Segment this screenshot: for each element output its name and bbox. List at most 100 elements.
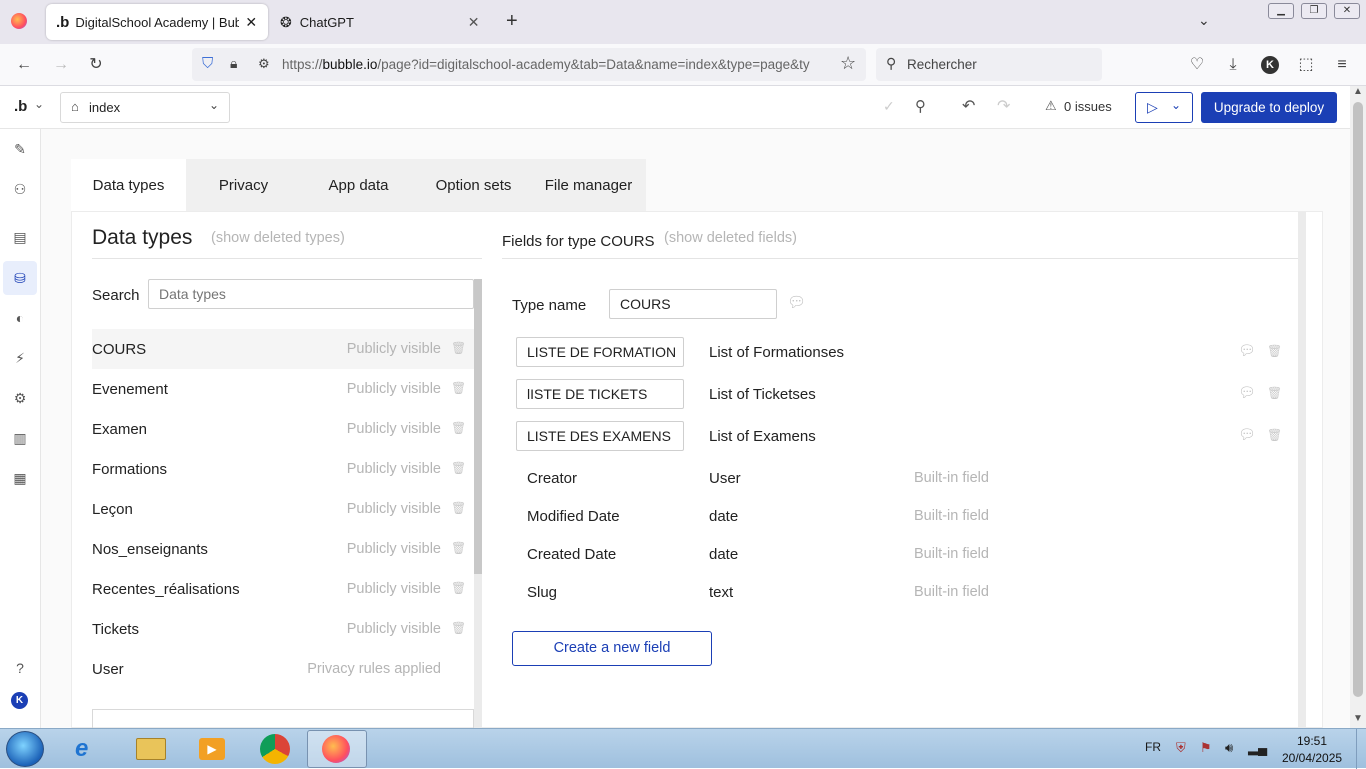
volume-icon[interactable]: 🔊︎ [1225,740,1233,756]
comment-icon[interactable]: 💬︎ [1238,426,1256,443]
page-scrollbar[interactable]: ▲ ▼ [1350,86,1366,728]
issues-count[interactable]: 0 issues [1064,99,1112,114]
back-arrow-icon[interactable]: ← [13,54,35,76]
tray-icon[interactable]: ⛨ [1176,740,1186,756]
trash-icon[interactable]: 🗑︎ [451,461,466,475]
tab-app-data[interactable]: App data [301,159,416,211]
database-icon[interactable]: ⛁ [8,266,32,290]
create-new-field-button[interactable]: Create a new field [512,631,712,666]
search-icon[interactable]: ⚲ [915,97,926,115]
trash-icon[interactable]: 🗑︎ [1267,428,1282,442]
chrome-icon[interactable] [260,734,290,764]
type-name-input[interactable]: COURS [609,289,777,319]
design-pencil-icon[interactable]: ✎ [8,137,32,161]
field-type[interactable]: List of Ticketses [709,386,816,403]
show-desktop-button[interactable] [1356,729,1366,769]
data-type-row[interactable]: Tickets Publicly visible 🗑︎ [92,609,474,649]
chevron-down-icon[interactable]: ⌄ [34,97,44,111]
tab-digitalschool[interactable]: .b DigitalSchool Academy | Bubble ✕ [46,4,268,40]
data-type-row[interactable]: Leçon Publicly visible 🗑︎ [92,489,474,529]
firefox-menu-icon[interactable] [11,13,27,29]
warning-icon[interactable]: ⚠ [1045,98,1057,114]
clock-time[interactable]: 19:51 [1297,734,1327,748]
help-icon[interactable]: ? [8,656,32,680]
minimize-button[interactable]: ▁ [1268,3,1294,19]
trash-icon[interactable]: 🗑︎ [1267,344,1282,358]
close-window-button[interactable]: ✕ [1334,3,1360,19]
pocket-icon[interactable]: ♡ [1186,54,1208,76]
media-player-icon[interactable]: ▶ [199,738,225,760]
scroll-down-icon[interactable]: ▼ [1353,713,1363,724]
trash-icon[interactable]: 🗑︎ [451,421,466,435]
tab-option-sets[interactable]: Option sets [416,159,531,211]
templates-icon[interactable]: ▦ [8,466,32,490]
settings-gear-icon[interactable]: ⚙ [8,386,32,410]
field-type[interactable]: List of Formationses [709,344,844,361]
extensions-icon[interactable]: ⬚ [1295,54,1317,76]
trash-icon[interactable]: 🗑︎ [451,501,466,515]
tab-chatgpt[interactable]: ❂ ChatGPT ✕ [270,4,492,40]
download-icon[interactable]: ⤓ [1222,54,1244,76]
scroll-up-icon[interactable]: ▲ [1353,86,1363,97]
field-type[interactable]: List of Examens [709,428,816,445]
trash-icon[interactable]: 🗑︎ [1267,386,1282,400]
workflow-icon[interactable]: ⚇ [8,177,32,201]
profile-avatar[interactable]: K [1261,56,1279,74]
field-name-input[interactable]: LISTE DE FORMATION [516,337,684,367]
new-tab-icon[interactable]: + [506,10,518,33]
comment-icon[interactable]: 💬︎ [1238,342,1256,359]
page-selector[interactable]: ⌂ index ⌄ [60,92,230,123]
upgrade-to-deploy-button[interactable]: Upgrade to deploy [1201,92,1337,123]
check-circle-icon[interactable]: ✓ [883,98,895,115]
list-scrollbar-thumb[interactable] [474,279,482,574]
trash-icon[interactable]: 🗑︎ [451,581,466,595]
hamburger-menu-icon[interactable]: ≡ [1331,54,1353,76]
field-name-input[interactable]: lISTE DE TICKETS [516,379,684,409]
preview-button[interactable]: ▷ ⌄ [1135,92,1193,123]
tray-flag-icon[interactable]: ⚑ [1200,740,1212,756]
data-type-row[interactable]: User Privacy rules applied [92,649,474,689]
logs-chart-icon[interactable]: ▥ [8,426,32,450]
comment-icon[interactable]: 💬︎ [787,293,806,311]
plugins-icon[interactable]: ⚡ [8,346,32,370]
start-button[interactable] [6,731,44,767]
clock-date[interactable]: 20/04/2025 [1282,751,1342,765]
show-deleted-fields-link[interactable]: (show deleted fields) [664,230,797,246]
new-type-input-box[interactable] [92,709,474,729]
trash-icon[interactable]: 🗑︎ [451,341,466,355]
bubble-logo-icon[interactable]: .b [14,98,27,115]
lock-icon[interactable]: 🔒︎ [230,55,237,72]
maximize-button[interactable]: ❐ [1301,3,1327,19]
url-text[interactable]: https://bubble.io/page?id=digitalschool-… [282,57,837,72]
search-bar[interactable]: ⚲ Rechercher [876,48,1102,81]
shield-icon[interactable]: ⛉ [202,55,213,72]
data-type-row[interactable]: Nos_enseignants Publicly visible 🗑︎ [92,529,474,569]
bookmark-star-icon[interactable]: ☆ [840,53,856,74]
redo-icon[interactable]: ↷ [997,96,1010,116]
user-avatar[interactable]: K [11,692,28,709]
field-name-input[interactable]: LISTE DES EXAMENS [516,421,684,451]
trash-icon[interactable]: 🗑︎ [451,621,466,635]
tab-privacy[interactable]: Privacy [186,159,301,211]
comment-icon[interactable]: 💬︎ [1238,384,1256,401]
data-type-row[interactable]: COURS Publicly visible 🗑︎ [92,329,474,369]
permissions-icon[interactable]: ⚙ [258,56,270,72]
close-tab-icon[interactable]: ✕ [245,14,257,31]
reload-icon[interactable]: ↻ [85,54,107,76]
close-tab-icon[interactable]: ✕ [468,14,480,31]
data-type-row[interactable]: Examen Publicly visible 🗑︎ [92,409,474,449]
undo-icon[interactable]: ↶ [962,96,975,116]
data-type-row[interactable]: Recentes_réalisations Publicly visible 🗑… [92,569,474,609]
data-types-search-input[interactable] [148,279,474,309]
tab-data-types[interactable]: Data types [71,159,186,211]
file-explorer-icon[interactable] [136,738,166,760]
styles-palette-icon[interactable]: ◐ [8,306,32,330]
tab-file-manager[interactable]: File manager [531,159,646,211]
network-icon[interactable]: ▂▄ [1248,740,1267,756]
forward-arrow-icon[interactable]: → [50,54,72,76]
trash-icon[interactable]: 🗑︎ [451,541,466,555]
right-scrollbar[interactable] [1298,212,1306,729]
data-type-row[interactable]: Formations Publicly visible 🗑︎ [92,449,474,489]
show-deleted-types-link[interactable]: (show deleted types) [211,230,345,246]
tab-list-chevron-icon[interactable]: ⌄ [1198,12,1210,29]
